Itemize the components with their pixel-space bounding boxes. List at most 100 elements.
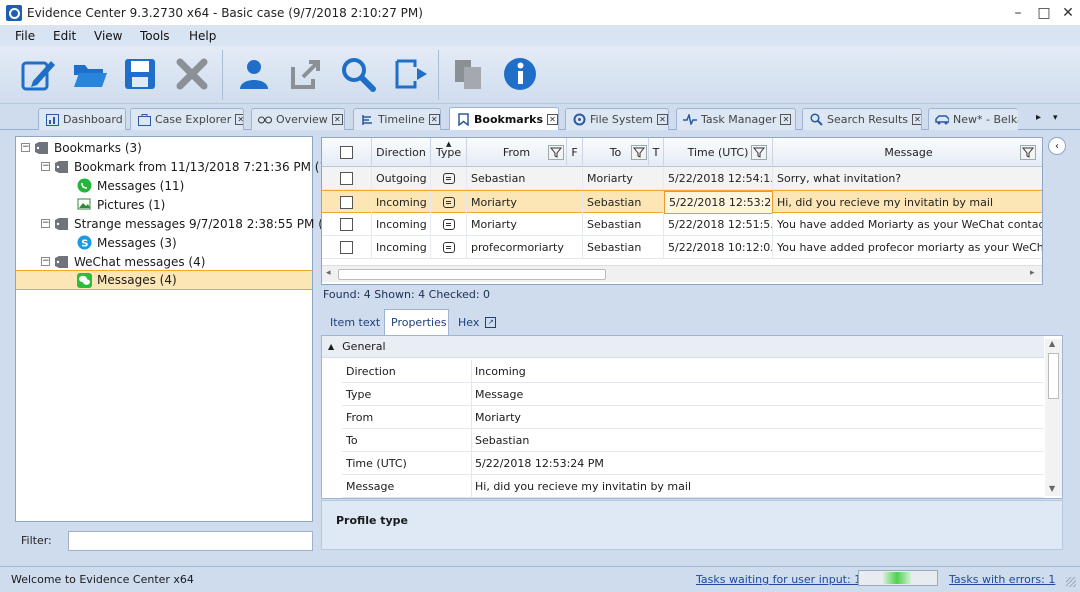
menu-file[interactable]: File [15, 29, 35, 43]
property-row[interactable]: To Sebastian [342, 429, 1044, 452]
minimize-button[interactable]: – [1004, 0, 1032, 26]
tab-hex[interactable]: Hex ↗ [452, 309, 502, 335]
filter-icon[interactable] [1020, 145, 1036, 160]
menu-tools[interactable]: Tools [140, 29, 170, 43]
tab-file-system[interactable]: File System ✕ [565, 108, 669, 130]
row-checkbox-cell[interactable] [322, 167, 372, 190]
filter-input[interactable] [68, 531, 313, 551]
close-tab-icon[interactable]: ✕ [235, 114, 243, 125]
scroll-thumb[interactable] [1048, 353, 1059, 399]
collapse-icon[interactable]: − [41, 257, 50, 266]
filter-icon[interactable] [548, 145, 564, 160]
collapse-icon[interactable]: − [41, 219, 50, 228]
table-row[interactable]: Incoming profecormoriarty Sebastian 5/22… [322, 236, 1042, 259]
scroll-up-icon[interactable]: ▲ [1049, 339, 1055, 348]
tree-node-wechat-messages[interactable]: − WeChat messages (4) [41, 252, 205, 271]
property-row[interactable]: Type Message [342, 383, 1044, 406]
search-icon[interactable] [336, 52, 380, 96]
info-icon[interactable] [498, 52, 542, 96]
scroll-right-icon[interactable]: ▸ [1030, 268, 1035, 278]
select-all-checkbox[interactable] [340, 146, 353, 159]
close-tab-icon[interactable]: ✕ [912, 114, 921, 125]
export-icon[interactable] [284, 52, 328, 96]
open-folder-icon[interactable] [68, 52, 112, 96]
edit-icon[interactable] [16, 52, 60, 96]
collapse-panel-icon[interactable]: ‹ [1048, 137, 1066, 155]
column-type[interactable]: ▲ Type [431, 138, 467, 167]
row-checkbox-cell[interactable] [322, 236, 372, 259]
bookmark-tag-icon [55, 217, 68, 230]
table-row-selected[interactable]: Incoming Moriarty Sebastian 5/22/2018 12… [322, 190, 1042, 214]
copy-icon[interactable] [446, 52, 490, 96]
filter-icon[interactable] [751, 145, 767, 160]
tasks-waiting-link[interactable]: Tasks waiting for user input: 1 [696, 573, 861, 586]
tab-overview[interactable]: Overview ✕ [251, 108, 345, 130]
tab-list-dropdown-icon[interactable]: ▾ [1053, 113, 1058, 123]
tab-timeline[interactable]: Timeline ✕ [353, 108, 441, 130]
save-icon[interactable] [118, 52, 162, 96]
column-t[interactable]: T [649, 138, 664, 167]
property-row[interactable]: Time (UTC) 5/22/2018 12:53:24 PM [342, 452, 1044, 475]
row-checkbox-cell[interactable] [322, 191, 372, 214]
column-time[interactable]: Time (UTC) [664, 138, 773, 167]
tree-node-pictures[interactable]: Pictures (1) [77, 195, 165, 214]
row-checkbox[interactable] [340, 241, 353, 254]
row-checkbox[interactable] [340, 218, 353, 231]
column-to[interactable]: To [583, 138, 649, 167]
tasks-errors-link[interactable]: Tasks with errors: 1 [949, 573, 1055, 586]
table-row[interactable]: Incoming Moriarty Sebastian 5/22/2018 12… [322, 213, 1042, 236]
table-row[interactable]: Outgoing Sebastian Moriarty 5/22/2018 12… [322, 167, 1042, 190]
tab-search-results[interactable]: Search Results ✕ [802, 108, 922, 130]
row-checkbox[interactable] [340, 196, 353, 209]
tree-node-bookmarks[interactable]: − Bookmarks (3) [21, 138, 142, 157]
row-checkbox-cell[interactable] [322, 213, 372, 236]
user-icon[interactable] [232, 52, 276, 96]
menu-help[interactable]: Help [189, 29, 216, 43]
tab-item-text[interactable]: Item text [324, 309, 386, 335]
close-tab-icon[interactable]: ✕ [547, 113, 558, 125]
tree-node-bookmark-from[interactable]: − Bookmark from 11/13/2018 7:21:36 PM (1… [41, 157, 339, 176]
delete-icon[interactable] [170, 52, 214, 96]
resize-grip-icon[interactable] [1066, 577, 1076, 587]
tree-node-messages-whatsapp[interactable]: Messages (11) [77, 176, 184, 195]
property-row[interactable]: Direction Incoming [342, 360, 1044, 383]
menu-edit[interactable]: Edit [53, 29, 76, 43]
close-tab-icon[interactable]: ✕ [780, 114, 792, 125]
menu-view[interactable]: View [94, 29, 122, 43]
horizontal-scrollbar[interactable]: ◂ ▸ [322, 265, 1042, 282]
popout-icon[interactable]: ↗ [485, 316, 497, 328]
column-from[interactable]: From [467, 138, 567, 167]
scroll-down-icon[interactable]: ▼ [1049, 484, 1055, 493]
tab-dashboard[interactable]: Dashboard [38, 108, 126, 130]
tree-node-strange-messages[interactable]: − Strange messages 9/7/2018 2:38:55 PM (… [41, 214, 335, 233]
tab-properties[interactable]: Properties [384, 309, 449, 335]
collapse-icon[interactable]: − [41, 162, 50, 171]
tab-case-explorer[interactable]: Case Explorer ✕ [130, 108, 244, 130]
tab-bookmarks[interactable]: Bookmarks ✕ [449, 107, 559, 130]
scroll-left-icon[interactable]: ◂ [326, 268, 331, 278]
scroll-thumb[interactable] [338, 269, 606, 280]
column-message[interactable]: Message [773, 138, 1042, 167]
close-tab-icon[interactable]: ✕ [331, 114, 343, 125]
collapse-group-icon[interactable]: ▲ [328, 342, 334, 351]
property-row[interactable]: From Moriarty [342, 406, 1044, 429]
filter-icon[interactable] [631, 145, 647, 160]
go-icon[interactable] [388, 52, 432, 96]
tree-node-messages-wechat[interactable]: Messages (4) [16, 270, 312, 290]
tab-new-belka[interactable]: New* - Belka [928, 108, 1018, 130]
tree-node-messages-skype[interactable]: S Messages (3) [77, 233, 177, 252]
column-f[interactable]: F [567, 138, 583, 167]
tab-task-manager[interactable]: Task Manager ✕ [676, 108, 796, 130]
close-tab-icon[interactable]: ✕ [428, 114, 440, 125]
collapse-icon[interactable]: − [21, 143, 30, 152]
close-tab-icon[interactable]: ✕ [656, 114, 668, 125]
property-group-general[interactable]: ▲ General [322, 336, 1044, 358]
close-button[interactable]: ✕ [1054, 0, 1080, 26]
vertical-scrollbar[interactable]: ▲ ▼ [1045, 339, 1062, 496]
select-all-column[interactable] [322, 138, 372, 167]
tab-scroll-right-icon[interactable]: ▸ [1036, 112, 1041, 123]
column-direction[interactable]: Direction [372, 138, 431, 167]
cell-time-focused[interactable]: 5/22/2018 12:53:2... [664, 191, 773, 214]
row-checkbox[interactable] [340, 172, 353, 185]
property-row[interactable]: Message Hi, did you recieve my invitatin … [342, 475, 1044, 498]
